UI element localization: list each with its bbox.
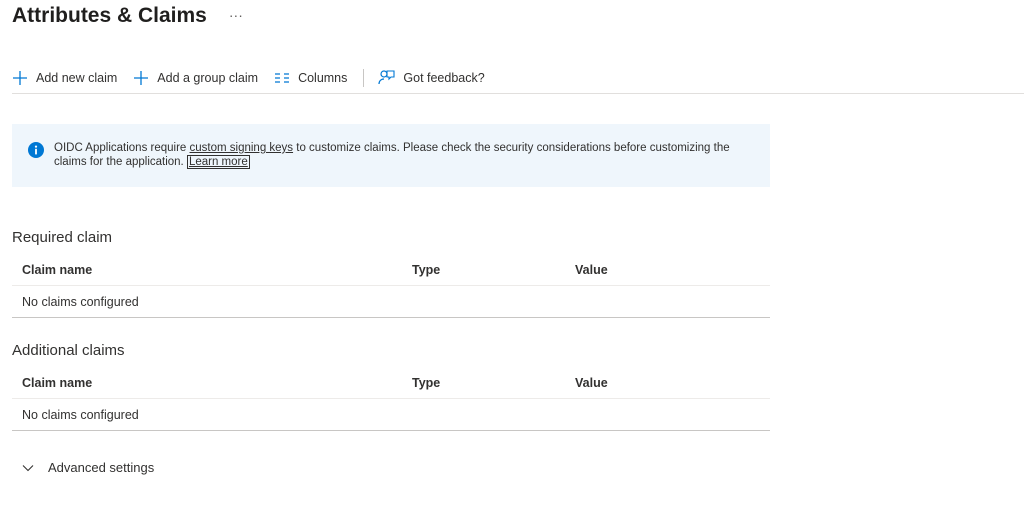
add-new-claim-label: Add new claim <box>36 70 118 85</box>
required-claim-heading: Required claim <box>12 229 113 246</box>
columns-label: Columns <box>298 70 348 85</box>
column-header-value[interactable]: Value <box>575 263 770 277</box>
add-group-claim-label: Add a group claim <box>157 70 259 85</box>
title-row: Attributes & Claims ··· <box>12 4 243 28</box>
column-header-type[interactable]: Type <box>412 263 575 277</box>
advanced-settings-label: Advanced settings <box>48 460 155 475</box>
learn-more-link[interactable]: Learn more <box>186 155 250 169</box>
command-bar: Add new claim Add a group claim Columns … <box>12 64 1024 94</box>
plus-icon <box>134 70 149 85</box>
additional-claims-heading: Additional claims <box>12 342 125 359</box>
column-header-claim-name[interactable]: Claim name <box>12 376 412 390</box>
feedback-icon <box>378 70 395 85</box>
required-claims-table: Claim name Type Value No claims configur… <box>12 254 770 318</box>
empty-message: No claims configured <box>22 294 139 309</box>
feedback-button[interactable]: Got feedback? <box>378 69 485 86</box>
feedback-label: Got feedback? <box>403 70 485 85</box>
add-new-claim-button[interactable]: Add new claim <box>12 70 117 86</box>
add-group-claim-button[interactable]: Add a group claim <box>133 70 258 86</box>
advanced-settings-toggle[interactable]: Advanced settings <box>22 460 154 475</box>
column-header-value[interactable]: Value <box>575 376 770 390</box>
table-row: No claims configured <box>12 399 770 431</box>
toolbar-divider <box>363 68 365 87</box>
info-text-before: OIDC Applications require <box>54 142 190 154</box>
signing-keys-text: custom signing keys <box>189 142 294 154</box>
empty-message: No claims configured <box>22 407 139 422</box>
column-header-type[interactable]: Type <box>412 376 575 390</box>
info-banner: OIDC Applications require custom signing… <box>12 124 770 187</box>
column-header-claim-name[interactable]: Claim name <box>12 263 412 277</box>
additional-claims-table: Claim name Type Value No claims configur… <box>12 367 770 431</box>
table-header: Claim name Type Value <box>12 367 770 399</box>
info-message: OIDC Applications require custom signing… <box>54 141 750 169</box>
columns-icon <box>275 72 290 83</box>
chevron-down-icon <box>22 464 34 471</box>
table-header: Claim name Type Value <box>12 254 770 286</box>
table-row: No claims configured <box>12 286 770 318</box>
info-icon <box>28 142 44 158</box>
more-options-button[interactable]: ··· <box>229 7 243 23</box>
columns-button[interactable]: Columns <box>274 71 347 85</box>
page-title: Attributes & Claims <box>12 4 207 27</box>
plus-icon <box>13 70 27 85</box>
